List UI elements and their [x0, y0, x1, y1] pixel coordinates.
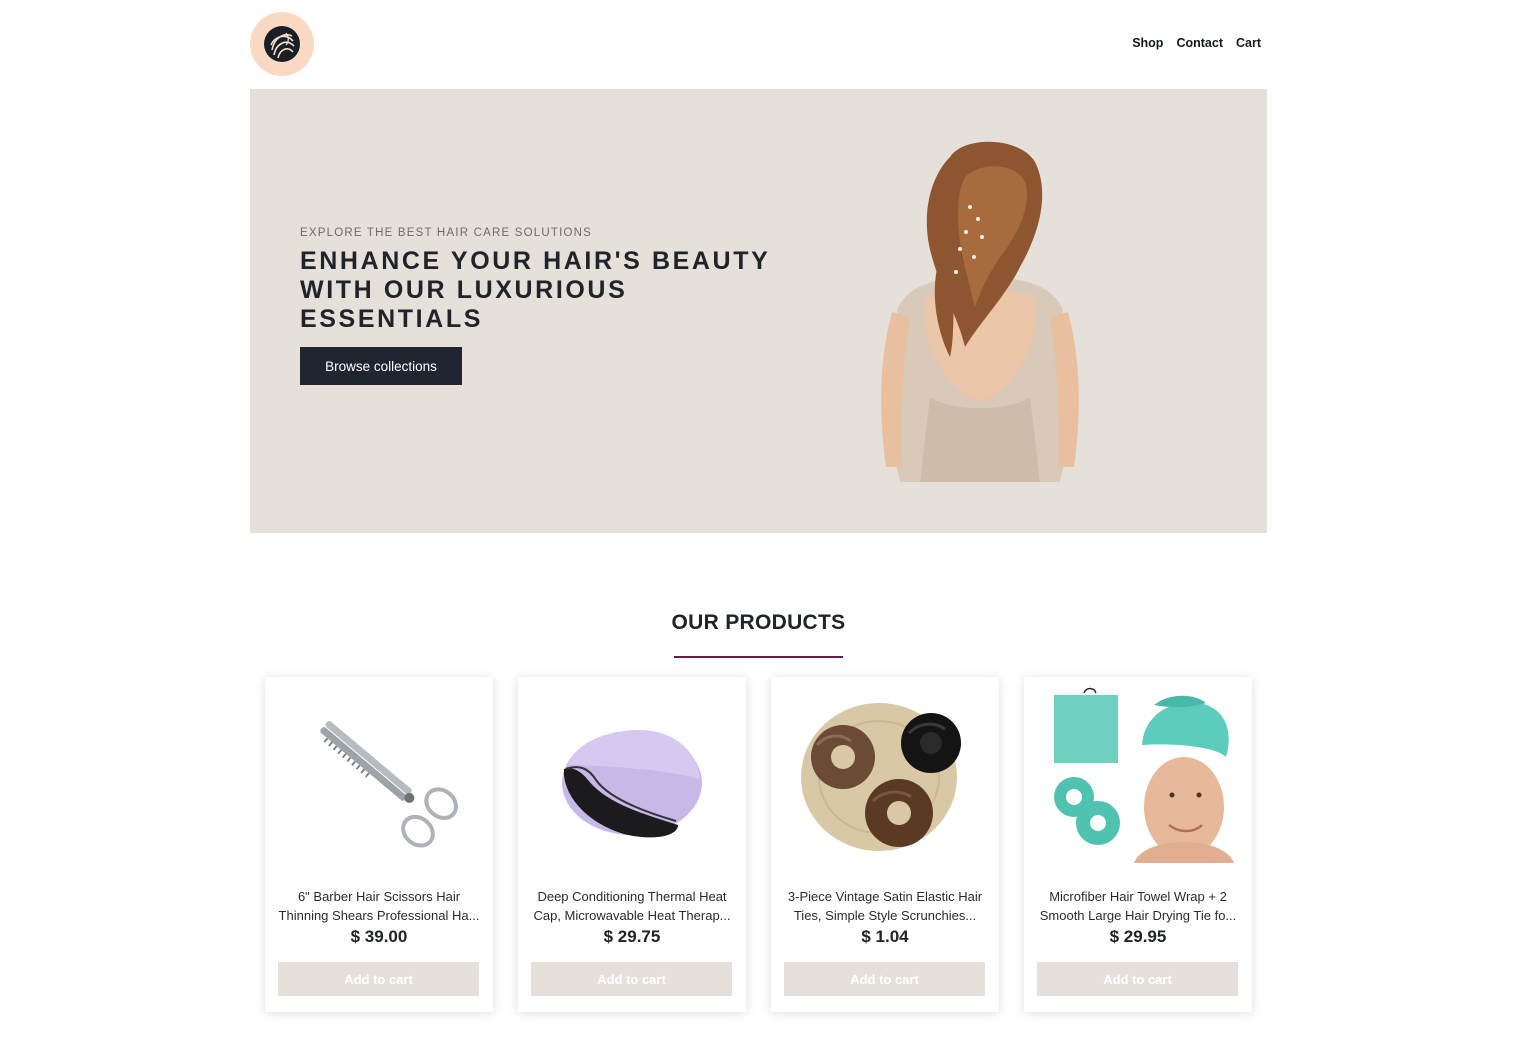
- main-nav: Shop Contact Cart: [1132, 36, 1261, 50]
- add-to-cart-button[interactable]: Add to cart: [1037, 962, 1238, 996]
- product-card[interactable]: 3-Piece Vintage Satin Elastic Hair Ties,…: [771, 677, 999, 1012]
- hero-model-image: [881, 141, 1079, 482]
- product-price: $ 29.75: [603, 927, 661, 946]
- hair-towel-wrap-image[interactable]: [1034, 685, 1242, 865]
- hero-eyebrow: EXPLORE THE BEST HAIR CARE SOLUTIONS: [300, 227, 593, 239]
- add-to-cart-button[interactable]: Add to cart: [278, 962, 479, 996]
- add-to-cart-button[interactable]: Add to cart: [531, 962, 732, 996]
- browse-collections-button[interactable]: Browse collections: [300, 347, 462, 385]
- product-name[interactable]: 3-Piece Vintage Satin Elastic Hair Ties,…: [781, 887, 989, 925]
- product-card[interactable]: 6" Barber Hair Scissors Hair Thinning Sh…: [265, 677, 493, 1012]
- thermal-heat-cap-image[interactable]: [528, 685, 736, 865]
- product-grid: 6" Barber Hair Scissors Hair Thinning Sh…: [265, 677, 1252, 1012]
- page: Shop Contact Cart EXPLORE THE BEST HAIR …: [0, 0, 1517, 1037]
- hero-title: ENHANCE YOUR HAIR'S BEAUTY WITH OUR LUXU…: [300, 247, 770, 333]
- product-card[interactable]: Microfiber Hair Towel Wrap + 2 Smooth La…: [1024, 677, 1252, 1012]
- satin-scrunchies-image[interactable]: [781, 685, 989, 865]
- product-name[interactable]: Microfiber Hair Towel Wrap + 2 Smooth La…: [1034, 887, 1242, 925]
- title-underline: [674, 656, 843, 658]
- nav-shop[interactable]: Shop: [1132, 36, 1163, 50]
- product-name[interactable]: Deep Conditioning Thermal Heat Cap, Micr…: [528, 887, 736, 925]
- site-header: Shop Contact Cart: [250, 12, 1267, 76]
- nav-contact[interactable]: Contact: [1176, 36, 1223, 50]
- product-price: $ 29.95: [1109, 927, 1167, 946]
- product-price: $ 39.00: [350, 927, 408, 946]
- products-section-title: OUR PRODUCTS: [671, 611, 846, 634]
- thinning-shears-image[interactable]: [275, 685, 483, 865]
- woman-silhouette-icon: [264, 26, 300, 62]
- product-card[interactable]: Deep Conditioning Thermal Heat Cap, Micr…: [518, 677, 746, 1012]
- hero-banner: EXPLORE THE BEST HAIR CARE SOLUTIONS ENH…: [250, 89, 1267, 533]
- nav-cart[interactable]: Cart: [1236, 36, 1261, 50]
- brand-logo[interactable]: [250, 12, 314, 76]
- product-name[interactable]: 6" Barber Hair Scissors Hair Thinning Sh…: [275, 887, 483, 925]
- add-to-cart-button[interactable]: Add to cart: [784, 962, 985, 996]
- product-price: $ 1.04: [861, 927, 909, 946]
